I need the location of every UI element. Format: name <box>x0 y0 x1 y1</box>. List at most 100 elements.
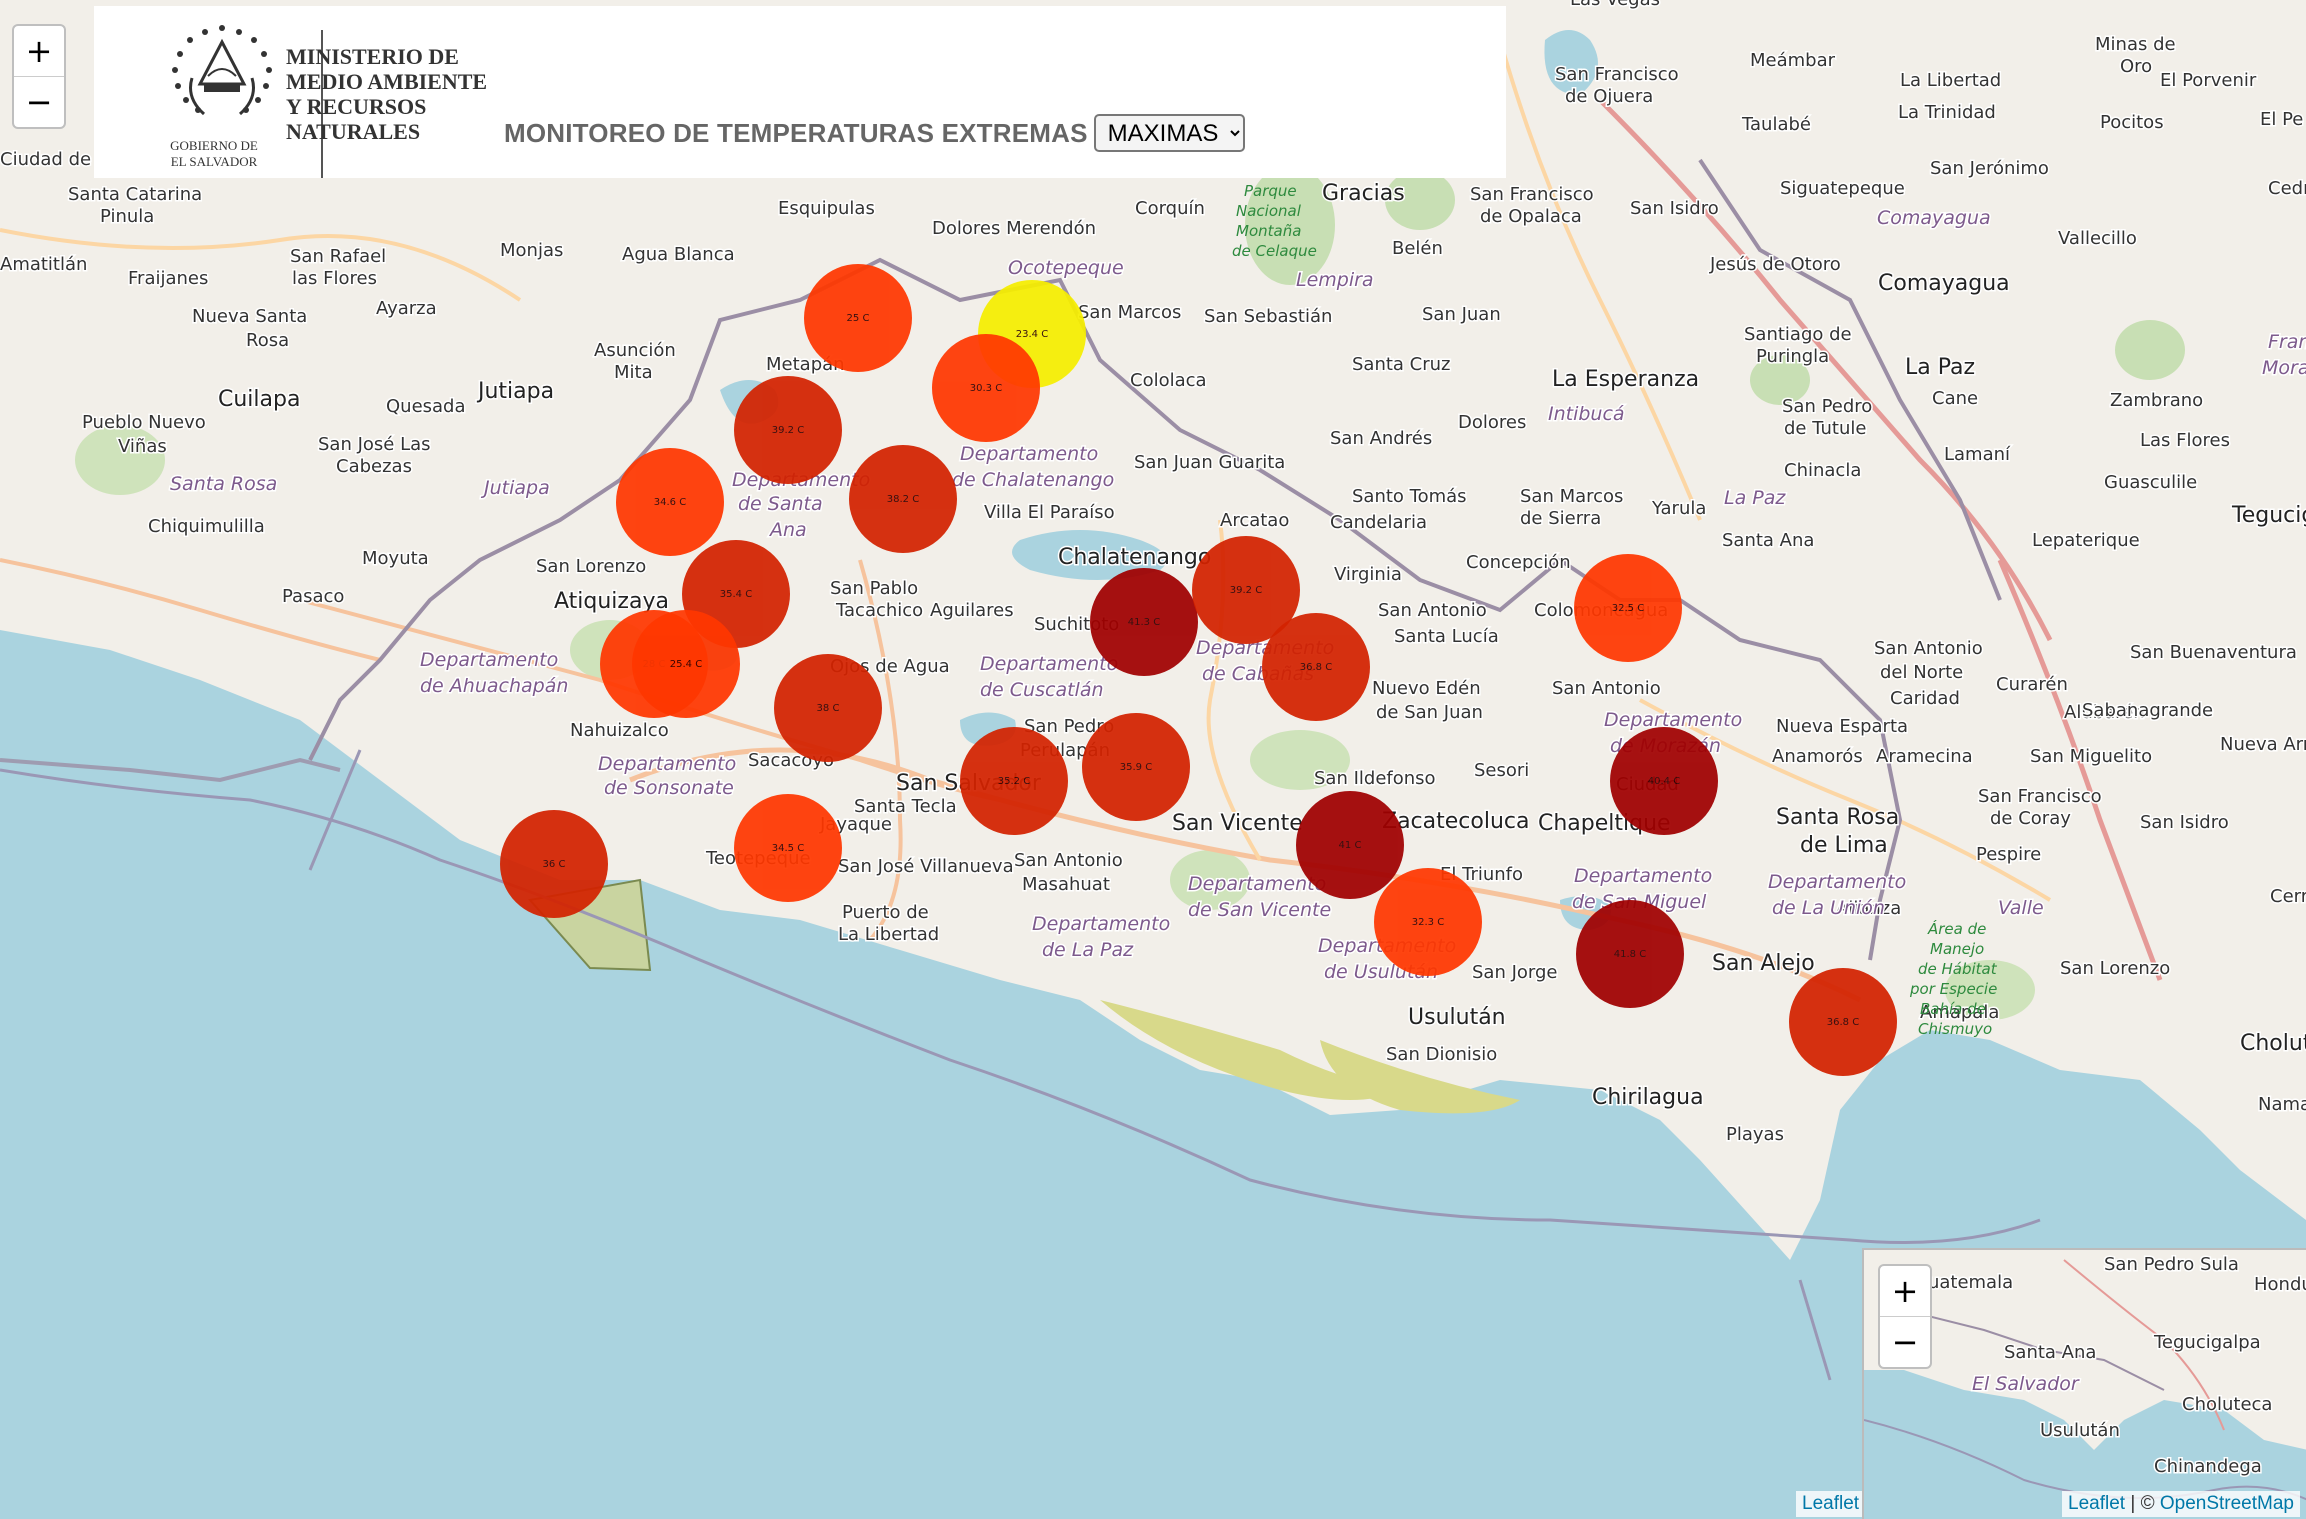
temperature-station-marker[interactable]: 34.6 C <box>616 448 724 556</box>
svg-text:de San Vicente: de San Vicente <box>1188 899 1331 921</box>
svg-text:Comayagua: Comayagua <box>1878 271 2010 296</box>
svg-text:San Jerónimo: San Jerónimo <box>1930 158 2049 179</box>
svg-text:San Vicente: San Vicente <box>1172 811 1303 836</box>
temperature-label: 34.5 C <box>771 842 805 854</box>
svg-text:Santa Cruz: Santa Cruz <box>1352 354 1451 375</box>
svg-text:San José Las: San José Las <box>318 434 431 455</box>
svg-text:La Paz: La Paz <box>1724 487 1786 509</box>
svg-text:Lempira: Lempira <box>1296 269 1374 291</box>
mm-attribution-sep: | © <box>2125 1493 2160 1514</box>
mm-leaflet-link[interactable]: Leaflet <box>2068 1493 2125 1514</box>
mm-chinandega: Chinandega <box>2154 1456 2262 1477</box>
svg-text:Fraijanes: Fraijanes <box>128 268 208 289</box>
svg-text:El Porvenir: El Porvenir <box>2160 70 2257 91</box>
monitor-row: MONITOREO DE TEMPERATURAS EXTREMAS MAXIM… <box>504 114 1245 152</box>
svg-text:La Libertad: La Libertad <box>838 924 939 945</box>
minimap-zoom-out-button[interactable]: − <box>1880 1316 1930 1367</box>
mm-santa-ana: Santa Ana <box>2004 1342 2096 1363</box>
svg-text:Ayarza: Ayarza <box>376 298 437 319</box>
temperature-station-marker[interactable]: 36.8 C <box>1789 968 1897 1076</box>
gov-line-2: EL SALVADOR <box>170 154 258 169</box>
ministry-name: MINISTERIO DE MEDIO AMBIENTE Y RECURSOS … <box>286 44 487 144</box>
svg-text:Nuevo Edén: Nuevo Edén <box>1372 678 1481 699</box>
svg-text:Nueva Arme: Nueva Arme <box>2220 734 2306 755</box>
svg-text:Pasaco: Pasaco <box>282 586 344 607</box>
temperature-station-marker[interactable]: 34.5 C <box>734 794 842 902</box>
temperature-station-marker[interactable]: 35.9 C <box>1082 713 1190 821</box>
temperature-label: 36.8 C <box>1826 1016 1860 1028</box>
svg-text:Pueblo Nuevo: Pueblo Nuevo <box>82 412 206 433</box>
svg-text:Cedr: Cedr <box>2268 178 2306 199</box>
temperature-station-marker[interactable]: 25.4 C <box>632 610 740 718</box>
temperature-label: 35.4 C <box>719 588 753 600</box>
temperature-label: 35.9 C <box>1119 761 1153 773</box>
mode-select[interactable]: MAXIMAS <box>1093 114 1245 152</box>
svg-text:San Marcos: San Marcos <box>1078 302 1181 323</box>
temperature-label: 36 C <box>542 858 566 870</box>
temperature-station-marker[interactable]: 40.4 C <box>1610 727 1718 835</box>
svg-text:Santa Catarina: Santa Catarina <box>68 184 202 205</box>
temperature-station-marker[interactable]: 41.3 C <box>1090 568 1198 676</box>
svg-text:Intibucá: Intibucá <box>1548 403 1625 425</box>
svg-text:Parque: Parque <box>1244 182 1297 200</box>
minimap-zoom-in-button[interactable]: + <box>1880 1266 1930 1316</box>
temperature-station-marker[interactable]: 30.3 C <box>932 334 1040 442</box>
temperature-label: 41 C <box>1338 839 1362 851</box>
svg-text:Masahuat: Masahuat <box>1022 874 1110 895</box>
gov-label: GOBIERNO DE EL SALVADOR <box>144 138 284 170</box>
zoom-in-button[interactable]: + <box>14 26 64 76</box>
svg-text:Departamento: Departamento <box>980 653 1118 675</box>
svg-text:Arcatao: Arcatao <box>1220 510 1289 531</box>
monitor-title: MONITOREO DE TEMPERATURAS EXTREMAS <box>504 117 1088 148</box>
mm-osm-link[interactable]: OpenStreetMap <box>2160 1493 2294 1514</box>
label-las-vegas: Las Vegas <box>1570 0 1660 10</box>
svg-text:de Lima: de Lima <box>1800 833 1888 858</box>
svg-text:Chinacla: Chinacla <box>1784 460 1861 481</box>
svg-text:de Santa: de Santa <box>738 493 823 515</box>
temperature-station-marker[interactable]: 39.2 C <box>734 376 842 484</box>
svg-text:Departamento: Departamento <box>1032 913 1170 935</box>
svg-text:San Antonio: San Antonio <box>1552 678 1661 699</box>
svg-text:Chismuyo: Chismuyo <box>1918 1020 1992 1038</box>
mm-choluteca: Choluteca <box>2182 1394 2272 1415</box>
svg-text:Concepción: Concepción <box>1466 552 1571 573</box>
svg-text:Monjas: Monjas <box>500 240 563 261</box>
svg-text:las Flores: las Flores <box>292 268 377 289</box>
svg-text:por Especie: por Especie <box>1909 980 1997 998</box>
minimap[interactable]: San Pedro Sula Guatemala Honduras Santa … <box>1862 1248 2306 1519</box>
svg-text:Dolores Merendón: Dolores Merendón <box>932 218 1096 239</box>
svg-text:Manejo: Manejo <box>1930 940 1984 958</box>
mm-san-pedro-sula: San Pedro Sula <box>2104 1254 2239 1275</box>
svg-text:Playas: Playas <box>1726 1124 1784 1145</box>
svg-text:Puringla: Puringla <box>1756 346 1829 367</box>
svg-text:Ocotepeque: Ocotepeque <box>1008 257 1124 279</box>
svg-text:San Antonio: San Antonio <box>1378 600 1487 621</box>
temperature-station-marker[interactable]: 35.2 C <box>960 727 1068 835</box>
svg-text:San Marcos: San Marcos <box>1520 486 1623 507</box>
svg-text:Villa El Paraíso: Villa El Paraíso <box>984 502 1115 523</box>
temperature-station-marker[interactable]: 32.5 C <box>1574 554 1682 662</box>
temperature-station-marker[interactable]: 41 C <box>1296 791 1404 899</box>
svg-text:San Ildefonso: San Ildefonso <box>1314 768 1436 789</box>
svg-text:Cuilapa: Cuilapa <box>218 387 300 412</box>
svg-text:de La Paz: de La Paz <box>1042 939 1134 961</box>
temperature-label: 38.2 C <box>886 493 920 505</box>
temperature-station-marker[interactable]: 38.2 C <box>849 445 957 553</box>
temperature-station-marker[interactable]: 38 C <box>774 654 882 762</box>
temperature-station-marker[interactable]: 36 C <box>500 810 608 918</box>
svg-text:San José Villanueva: San José Villanueva <box>838 856 1014 877</box>
svg-text:Pespire: Pespire <box>1976 844 2041 865</box>
svg-text:Guasculile: Guasculile <box>2104 472 2197 493</box>
svg-text:Lamaní: Lamaní <box>1944 444 2011 465</box>
svg-text:Esquipulas: Esquipulas <box>778 198 875 219</box>
temperature-station-marker[interactable]: 25 C <box>804 264 912 372</box>
leaflet-link[interactable]: Leaflet <box>1802 1493 1859 1514</box>
svg-text:Pocitos: Pocitos <box>2100 112 2164 133</box>
svg-text:Taulabé: Taulabé <box>1741 114 1811 135</box>
svg-text:Departamento: Departamento <box>420 649 558 671</box>
zoom-out-button[interactable]: − <box>14 76 64 127</box>
temperature-station-marker[interactable]: 36.8 C <box>1262 613 1370 721</box>
temperature-station-marker[interactable]: 32.3 C <box>1374 868 1482 976</box>
temperature-label: 41.3 C <box>1127 616 1161 628</box>
temperature-station-marker[interactable]: 41.8 C <box>1576 900 1684 1008</box>
